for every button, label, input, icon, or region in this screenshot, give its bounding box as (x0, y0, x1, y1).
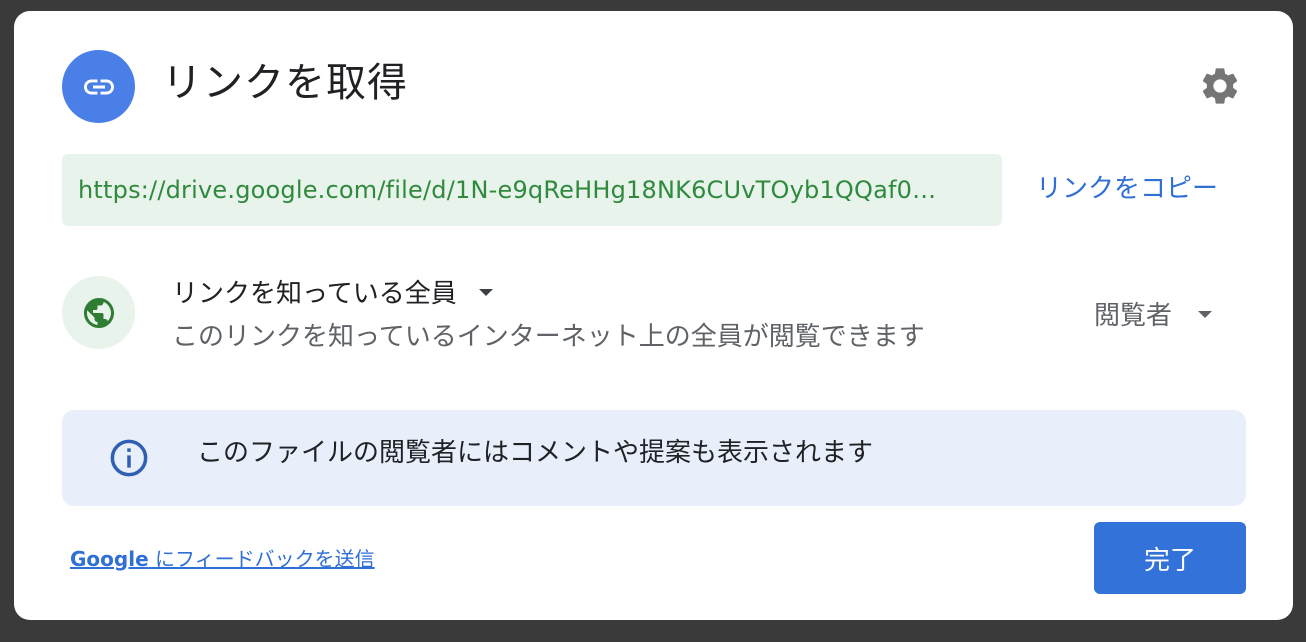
get-link-dialog: リンクを取得 https://drive.google.com/file/d/1… (14, 11, 1293, 620)
access-scope-dropdown[interactable]: リンクを知っている全員 (172, 269, 493, 313)
feedback-text: にフィードバックを送信 (148, 547, 375, 571)
access-scope-label: リンクを知っている全員 (172, 278, 457, 309)
chevron-down-icon (478, 288, 493, 296)
info-text: このファイルの閲覧者にはコメントや提案も表示されます (197, 438, 874, 468)
role-label: 閲覧者 (1094, 300, 1173, 331)
info-icon (110, 439, 148, 477)
dialog-title: リンクを取得 (162, 60, 408, 106)
access-description: このリンクを知っているインターネット上の全員が閲覧できます (172, 322, 925, 352)
link-url-text: https://drive.google.com/file/d/1N-e9qRe… (78, 176, 937, 204)
settings-button[interactable] (1198, 64, 1242, 108)
info-banner: このファイルの閲覧者にはコメントや提案も表示されます (62, 410, 1246, 506)
globe-icon (62, 276, 135, 349)
link-url-field[interactable]: https://drive.google.com/file/d/1N-e9qRe… (62, 154, 1002, 226)
feedback-brand: Google (70, 547, 149, 571)
copy-link-button[interactable]: リンクをコピー (1024, 166, 1230, 212)
gear-icon (1202, 68, 1238, 104)
feedback-link[interactable]: Google にフィードバックを送信 (70, 543, 375, 572)
link-icon (62, 50, 135, 123)
role-dropdown[interactable]: 閲覧者 (1084, 291, 1222, 335)
chevron-down-icon (1198, 310, 1213, 318)
done-button[interactable]: 完了 (1094, 522, 1246, 594)
